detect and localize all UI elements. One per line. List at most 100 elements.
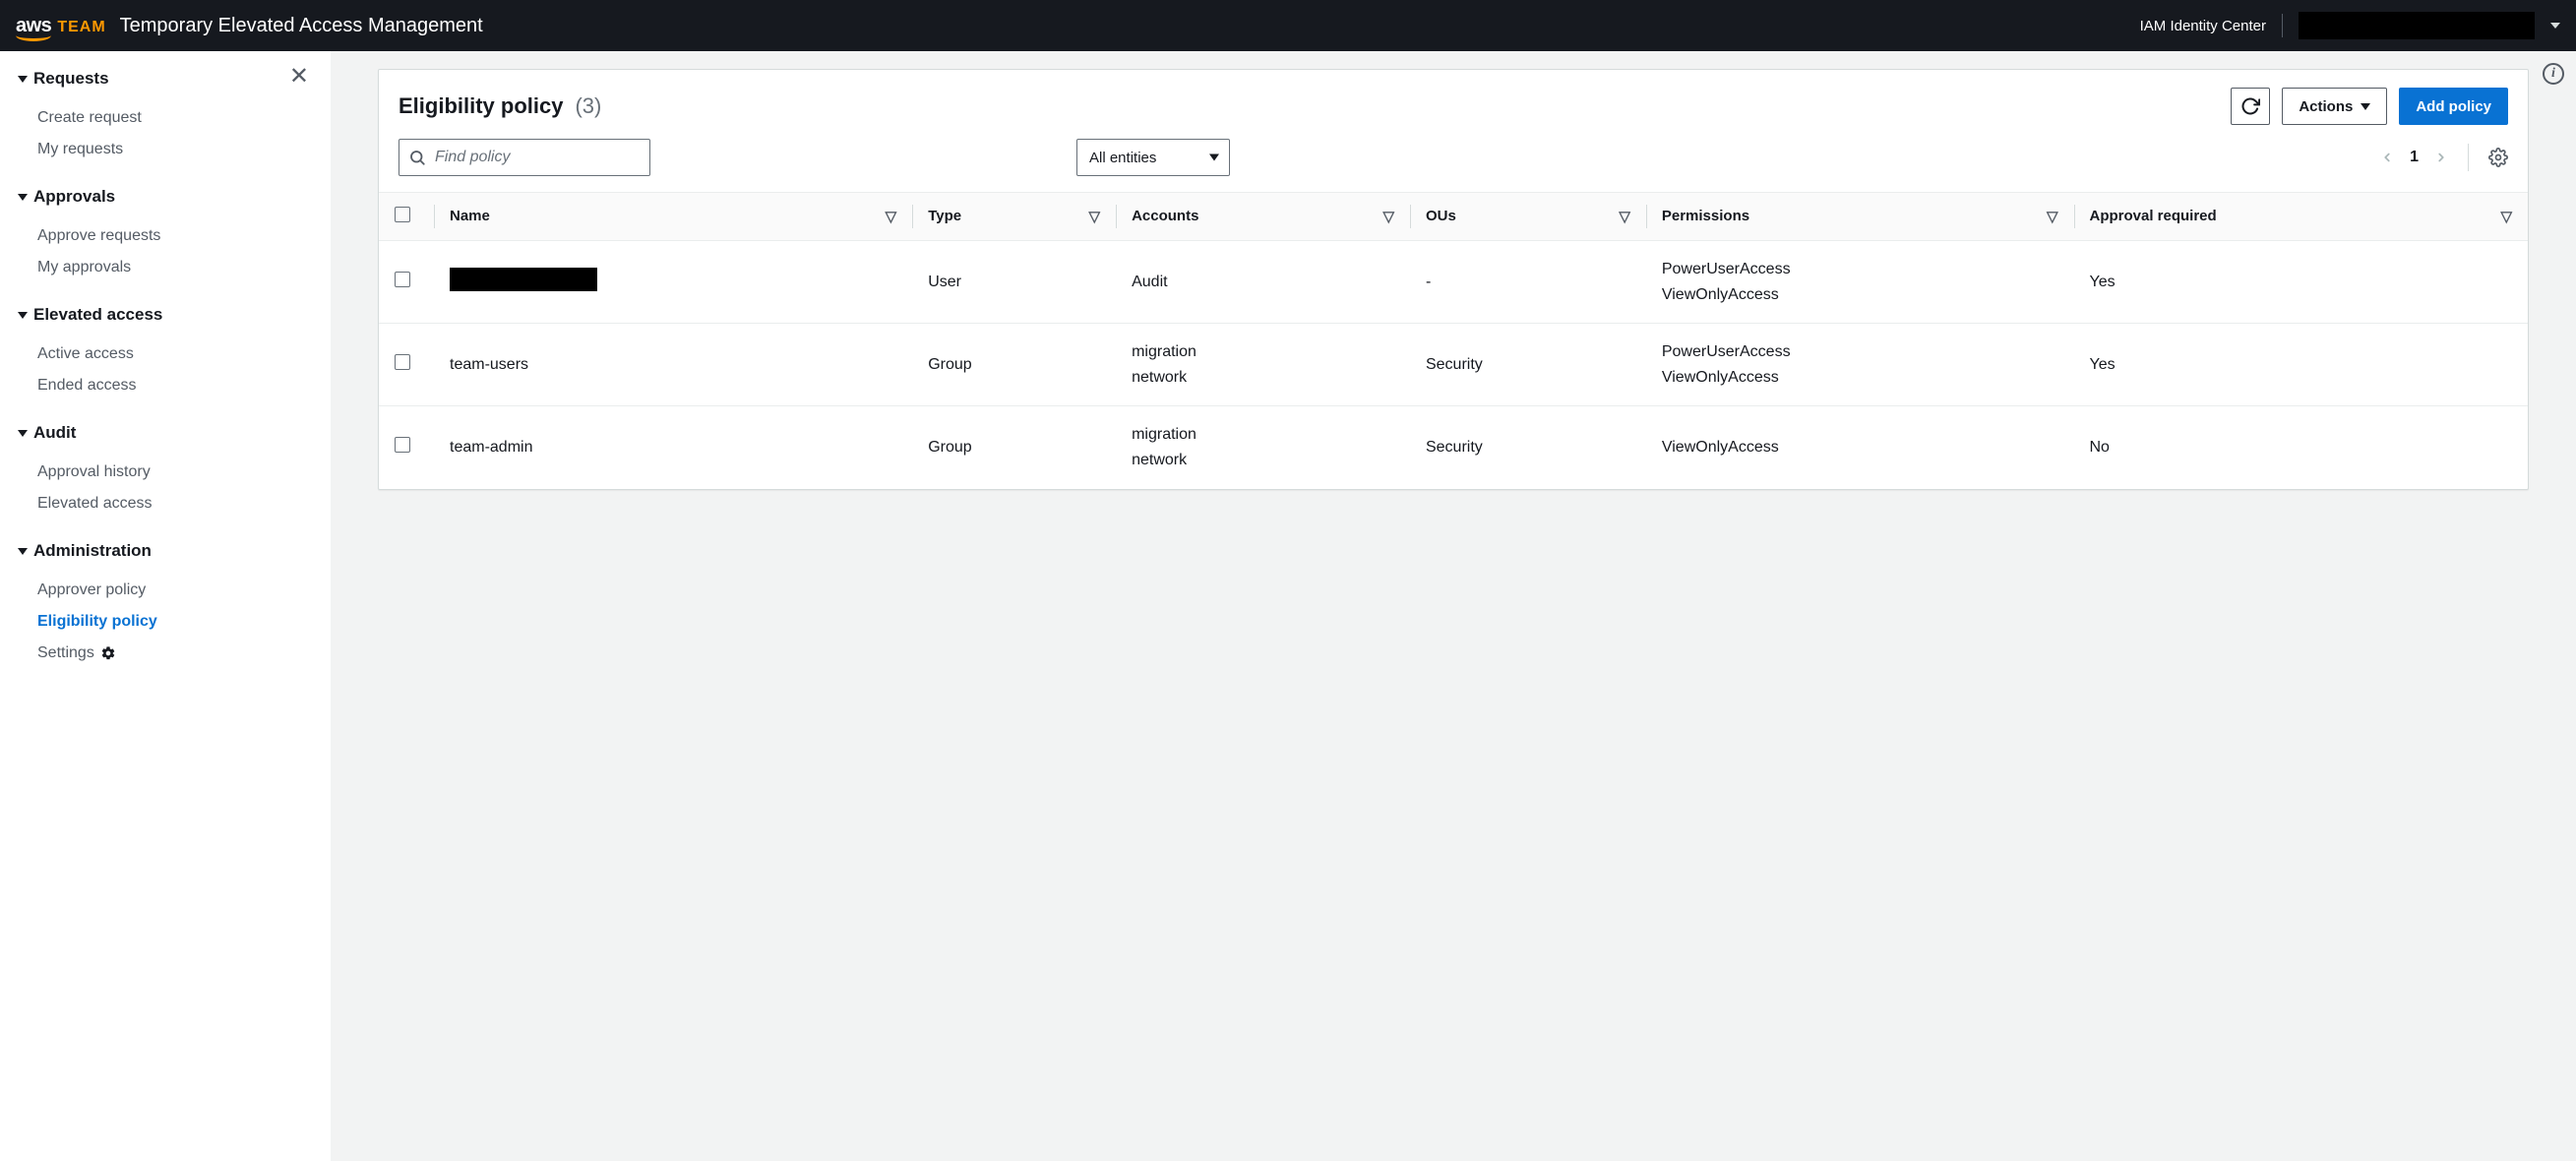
prev-page-icon[interactable] <box>2380 148 2394 167</box>
row-checkbox[interactable] <box>395 272 410 287</box>
sort-icon[interactable]: ▽ <box>886 208 897 225</box>
sidebar-item[interactable]: Approve requests <box>18 220 307 252</box>
sort-icon[interactable]: ▽ <box>1619 208 1630 225</box>
sidebar-item[interactable]: Eligibility policy <box>18 606 307 638</box>
redacted-name <box>450 268 597 291</box>
sidebar-item-label: Approval history <box>37 463 151 481</box>
sidebar-item-label: Approve requests <box>37 227 160 245</box>
sidebar-item[interactable]: My approvals <box>18 252 307 283</box>
page-number: 1 <box>2410 149 2419 166</box>
add-policy-button[interactable]: Add policy <box>2399 88 2508 125</box>
sidebar-item[interactable]: My requests <box>18 134 307 165</box>
logo-aws: aws <box>16 15 51 37</box>
search-box <box>399 139 1063 176</box>
toolbar: All entities 1 <box>379 139 2528 192</box>
chevron-down-icon <box>18 76 28 83</box>
cell-accounts: migrationnetwork <box>1116 406 1410 489</box>
sidebar-item-label: Elevated access <box>37 495 153 513</box>
cell-type: Group <box>912 406 1116 489</box>
sort-icon[interactable]: ▽ <box>1382 208 1394 225</box>
sort-icon[interactable]: ▽ <box>1089 208 1101 225</box>
sidebar-item-label: Approver policy <box>37 581 146 599</box>
nav-group: Approvals Approve requests My approvals <box>18 183 307 283</box>
cell-ous: - <box>1410 241 1646 324</box>
nav-group-header[interactable]: Requests <box>18 65 307 92</box>
refresh-icon <box>2240 96 2260 116</box>
cell-approval: No <box>2074 406 2529 489</box>
nav-group: Requests Create request My requests <box>18 65 307 165</box>
cell-accounts: Audit <box>1116 241 1410 324</box>
row-checkbox[interactable] <box>395 437 410 453</box>
refresh-button[interactable] <box>2231 88 2270 125</box>
close-icon[interactable]: ✕ <box>289 65 309 89</box>
sidebar-item-label: Active access <box>37 345 134 363</box>
cell-permissions: PowerUserAccessViewOnlyAccess <box>1646 324 2074 406</box>
nav-group-header[interactable]: Administration <box>18 537 307 565</box>
col-name: Name▽ <box>434 193 912 241</box>
nav-group-header[interactable]: Approvals <box>18 183 307 211</box>
gear-icon <box>100 645 116 661</box>
sidebar-item-label: Eligibility policy <box>37 613 157 631</box>
sidebar-item-label: My requests <box>37 141 123 158</box>
nav-group: Administration Approver policy Eligibility… <box>18 537 307 669</box>
add-policy-label: Add policy <box>2416 98 2491 115</box>
sidebar-item-label: My approvals <box>37 259 131 276</box>
search-input[interactable] <box>399 139 650 176</box>
sidebar: ✕ Requests Create request My requests Appro… <box>0 51 331 1161</box>
col-accounts: Accounts▽ <box>1116 193 1410 241</box>
col-ous: OUs▽ <box>1410 193 1646 241</box>
actions-label: Actions <box>2299 98 2353 115</box>
topbar-right: IAM Identity Center <box>2140 12 2560 39</box>
cell-permissions: PowerUserAccessViewOnlyAccess <box>1646 241 2074 324</box>
cell-ous: Security <box>1410 324 1646 406</box>
table-row: team-usersGroupmigrationnetworkSecurityP… <box>379 324 2528 406</box>
entity-filter-select[interactable]: All entities <box>1076 139 1230 176</box>
sidebar-item[interactable]: Ended access <box>18 370 307 401</box>
info-icon[interactable]: i <box>2543 63 2564 85</box>
sort-icon[interactable]: ▽ <box>2047 208 2058 225</box>
chevron-down-icon <box>1209 154 1219 161</box>
nav-group: Audit Approval history Elevated access <box>18 419 307 519</box>
iam-identity-center-link[interactable]: IAM Identity Center <box>2140 18 2266 34</box>
table-settings-button[interactable] <box>2488 148 2508 167</box>
nav-group-label: Approvals <box>33 187 115 207</box>
logo[interactable]: aws TEAM <box>16 15 106 37</box>
sidebar-item[interactable]: Active access <box>18 338 307 370</box>
row-checkbox[interactable] <box>395 354 410 370</box>
cell-accounts: migrationnetwork <box>1116 324 1410 406</box>
nav-group-header[interactable]: Audit <box>18 419 307 447</box>
table-row: team-adminGroupmigrationnetworkSecurityV… <box>379 406 2528 489</box>
sidebar-item[interactable]: Elevated access <box>18 488 307 519</box>
chevron-down-icon <box>2361 103 2370 110</box>
cell-approval: Yes <box>2074 241 2529 324</box>
panel-title: Eligibility policy <box>399 93 563 119</box>
sort-icon[interactable]: ▽ <box>2500 208 2512 225</box>
cell-type: User <box>912 241 1116 324</box>
chevron-down-icon <box>18 548 28 555</box>
cell-name <box>434 241 912 324</box>
col-approval: Approval required▽ <box>2074 193 2529 241</box>
eligibility-policy-panel: Eligibility policy (3) Actions Add polic… <box>378 69 2529 490</box>
sidebar-item[interactable]: Approver policy <box>18 575 307 606</box>
sidebar-item[interactable]: Settings <box>18 638 307 669</box>
chevron-down-icon <box>18 430 28 437</box>
account-dropdown-icon[interactable] <box>2550 23 2560 29</box>
divider <box>2468 144 2469 171</box>
col-permissions: Permissions▽ <box>1646 193 2074 241</box>
top-bar: aws TEAM Temporary Elevated Access Manag… <box>0 0 2576 51</box>
sidebar-item-label: Ended access <box>37 377 137 395</box>
account-redacted <box>2299 12 2535 39</box>
next-page-icon[interactable] <box>2434 148 2448 167</box>
sidebar-item[interactable]: Create request <box>18 102 307 134</box>
policy-table: Name▽ Type▽ Accounts▽ OUs▽ Permissions▽ … <box>379 192 2528 489</box>
search-icon <box>408 149 426 166</box>
cell-approval: Yes <box>2074 324 2529 406</box>
sidebar-item[interactable]: Approval history <box>18 457 307 488</box>
actions-button[interactable]: Actions <box>2282 88 2387 125</box>
nav-group-header[interactable]: Elevated access <box>18 301 307 329</box>
app-title: Temporary Elevated Access Management <box>120 15 483 37</box>
select-all-checkbox[interactable] <box>395 207 410 222</box>
nav-group-label: Audit <box>33 423 76 443</box>
logo-team: TEAM <box>57 19 105 36</box>
entity-filter-label: All entities <box>1089 150 1156 166</box>
